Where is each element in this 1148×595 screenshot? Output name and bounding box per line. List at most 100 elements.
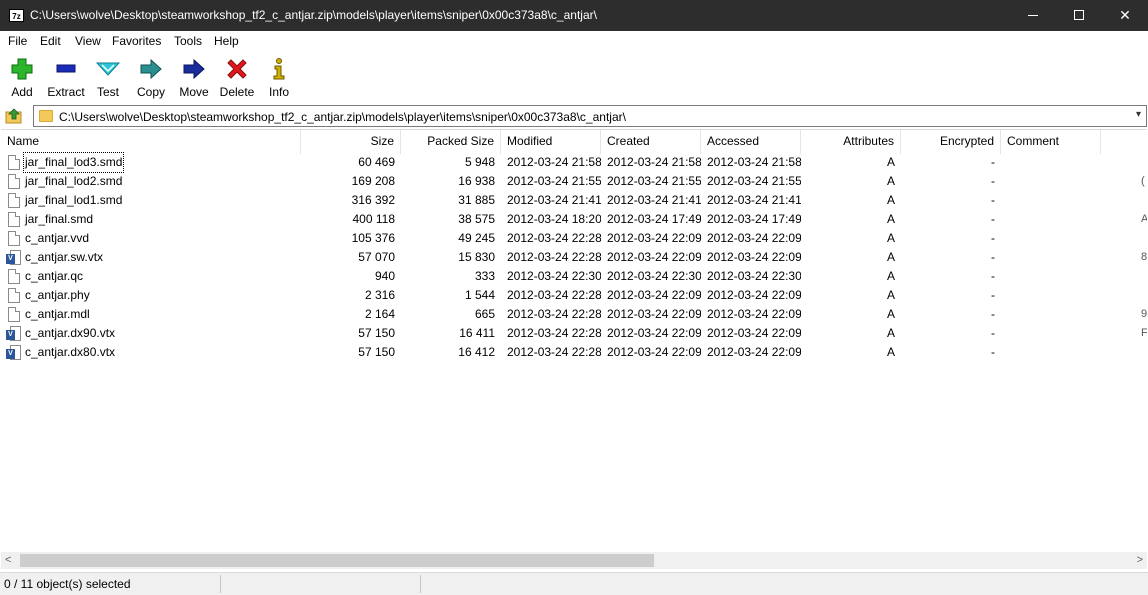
move-button[interactable]: Move — [176, 55, 212, 99]
minimize-button[interactable] — [1010, 0, 1056, 31]
file-modified: 2012-03-24 18:20 — [507, 212, 601, 226]
menu-edit[interactable]: Edit — [40, 34, 61, 48]
info-button[interactable]: Info — [264, 55, 294, 99]
file-packed-size: 5 948 — [464, 155, 495, 169]
menu-file[interactable]: File — [8, 34, 27, 48]
file-name[interactable]: c_antjar.mdl — [25, 305, 90, 324]
file-comment: ( — [1141, 175, 1145, 187]
file-accessed: 2012-03-24 22:09 — [707, 250, 801, 264]
copy-button[interactable]: Copy — [132, 55, 170, 99]
file-size: 400 118 — [352, 212, 396, 226]
file-created: 2012-03-24 22:09 — [607, 326, 701, 340]
file-accessed: 2012-03-24 22:09 — [707, 326, 801, 340]
file-accessed: 2012-03-24 21:41 — [707, 193, 801, 207]
file-icon — [8, 155, 20, 170]
table-row[interactable]: V c_antjar.dx90.vtx 57 150 16 411 2012-0… — [1, 324, 1147, 343]
table-row[interactable]: c_antjar.qc 940 333 2012-03-24 22:30 201… — [1, 267, 1147, 286]
file-name[interactable]: c_antjar.dx90.vtx — [25, 324, 115, 343]
file-name[interactable]: c_antjar.vvd — [25, 229, 89, 248]
7zip-app-icon[interactable]: 7z — [9, 9, 24, 22]
file-name[interactable]: c_antjar.dx80.vtx — [25, 343, 115, 362]
delete-x-icon — [227, 59, 247, 79]
table-row[interactable]: V c_antjar.sw.vtx 57 070 15 830 2012-03-… — [1, 248, 1147, 267]
horizontal-scrollbar[interactable]: < > — [1, 552, 1147, 569]
table-row[interactable]: c_antjar.vvd 105 376 49 245 2012-03-24 2… — [1, 229, 1147, 248]
name-cell: c_antjar.qc — [1, 267, 301, 286]
file-encrypted: - — [991, 288, 995, 302]
column-header-comment[interactable]: Comment — [1001, 130, 1101, 154]
scrollbar-thumb[interactable] — [20, 554, 654, 567]
file-name[interactable]: c_antjar.phy — [25, 286, 90, 305]
table-row[interactable]: V c_antjar.dx80.vtx 57 150 16 412 2012-0… — [1, 343, 1147, 362]
file-encrypted: - — [991, 326, 995, 340]
file-attributes: A — [886, 212, 895, 226]
file-packed-size: 1 544 — [464, 288, 495, 302]
file-created: 2012-03-24 22:09 — [607, 288, 701, 302]
file-accessed: 2012-03-24 22:30 — [707, 269, 801, 283]
file-packed-size: 16 938 — [458, 174, 495, 188]
table-row[interactable]: jar_final_lod2.smd 169 208 16 938 2012-0… — [1, 172, 1147, 191]
column-header-packed-size[interactable]: Packed Size — [401, 130, 501, 154]
file-accessed: 2012-03-24 17:49 — [707, 212, 801, 226]
table-row[interactable]: jar_final_lod3.smd 60 469 5 948 2012-03-… — [1, 152, 1147, 173]
column-header-attributes[interactable]: Attributes — [801, 130, 901, 154]
file-name[interactable]: jar_final_lod1.smd — [25, 191, 122, 210]
file-attributes: A — [886, 174, 895, 188]
test-button[interactable]: Test — [92, 55, 124, 99]
file-size: 60 469 — [358, 155, 395, 169]
table-row[interactable]: jar_final_lod1.smd 316 392 31 885 2012-0… — [1, 191, 1147, 210]
maximize-button[interactable] — [1056, 0, 1102, 31]
delete-button[interactable]: Delete — [217, 55, 257, 99]
address-path[interactable]: C:\Users\wolve\Desktop\steamworkshop_tf2… — [59, 110, 626, 124]
scroll-right-icon[interactable]: > — [1137, 554, 1143, 566]
file-name[interactable]: jar_final.smd — [25, 210, 93, 229]
close-button[interactable]: ✕ — [1102, 0, 1148, 31]
name-cell: jar_final_lod1.smd — [1, 191, 301, 210]
file-modified: 2012-03-24 22:30 — [507, 269, 601, 283]
file-modified: 2012-03-24 22:28 — [507, 326, 601, 340]
column-header-encrypted[interactable]: Encrypted — [901, 130, 1001, 154]
file-comment: A — [1141, 210, 1147, 229]
copy-arrow-icon — [140, 58, 162, 80]
file-size: 105 376 — [351, 231, 395, 245]
table-row[interactable]: c_antjar.mdl 2 164 665 2012-03-24 22:28 … — [1, 305, 1147, 324]
info-label: Info — [268, 85, 289, 99]
column-header-name[interactable]: Name — [1, 130, 301, 154]
file-name[interactable]: c_antjar.sw.vtx — [25, 248, 103, 267]
menu-help[interactable]: Help — [214, 34, 239, 48]
add-button[interactable]: Add — [4, 55, 40, 99]
file-size: 169 208 — [351, 174, 395, 188]
table-row[interactable]: jar_final.smd 400 118 38 575 2012-03-24 … — [1, 210, 1147, 229]
scroll-left-icon[interactable]: < — [5, 554, 11, 566]
visual-studio-file-icon: V — [6, 345, 21, 360]
column-header-modified[interactable]: Modified — [501, 130, 601, 154]
file-name[interactable]: jar_final_lod2.smd — [25, 172, 122, 191]
file-size: 57 070 — [358, 250, 395, 264]
extract-button[interactable]: Extract — [44, 55, 88, 99]
maximize-icon — [1074, 10, 1084, 20]
add-label: Add — [11, 85, 33, 99]
file-name[interactable]: c_antjar.qc — [25, 267, 83, 286]
file-list[interactable]: Name Size Packed Size Modified Created A… — [1, 129, 1147, 552]
chevron-down-icon[interactable]: ▾ — [1136, 109, 1141, 120]
up-folder-icon[interactable] — [5, 107, 23, 125]
address-combobox[interactable]: C:\Users\wolve\Desktop\steamworkshop_tf2… — [33, 105, 1147, 127]
menu-view[interactable]: View — [75, 34, 101, 48]
file-comment — [1141, 229, 1147, 248]
file-name[interactable]: jar_final_lod3.smd — [22, 152, 125, 173]
column-header-size[interactable]: Size — [301, 130, 401, 154]
name-cell: V c_antjar.dx90.vtx — [1, 324, 301, 343]
file-modified: 2012-03-24 21:55 — [507, 174, 601, 188]
name-cell: V c_antjar.dx80.vtx — [1, 343, 301, 362]
move-label: Move — [179, 85, 209, 99]
table-row[interactable]: c_antjar.phy 2 316 1 544 2012-03-24 22:2… — [1, 286, 1147, 305]
file-icon — [8, 231, 20, 246]
title-bar: 7z C:\Users\wolve\Desktop\steamworkshop_… — [0, 0, 1148, 31]
menu-tools[interactable]: Tools — [174, 34, 202, 48]
menu-favorites[interactable]: Favorites — [112, 34, 161, 48]
file-encrypted: - — [991, 212, 995, 226]
file-modified: 2012-03-24 22:28 — [507, 288, 601, 302]
file-accessed: 2012-03-24 22:09 — [707, 288, 801, 302]
column-header-accessed[interactable]: Accessed — [701, 130, 801, 154]
column-header-created[interactable]: Created — [601, 130, 701, 154]
